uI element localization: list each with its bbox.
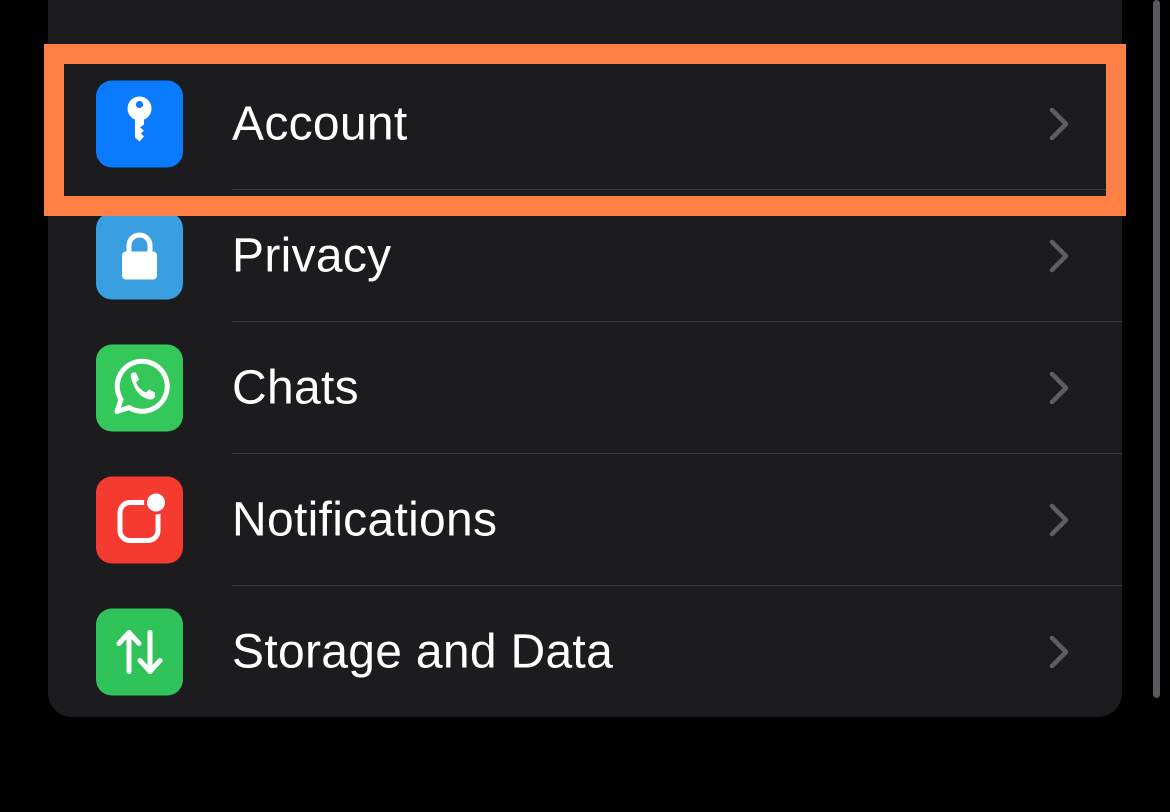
settings-row-label: Privacy <box>232 229 392 283</box>
settings-row-notifications[interactable]: Notifications <box>48 454 1122 586</box>
settings-row-label: Storage and Data <box>232 625 614 679</box>
whatsapp-icon <box>96 344 183 432</box>
chevron-right-icon <box>1049 503 1069 537</box>
settings-group: Account Privacy Chats Notifications Stor… <box>48 0 1122 717</box>
settings-row-account[interactable]: Account <box>48 58 1122 190</box>
key-icon <box>96 80 183 168</box>
settings-row-chats[interactable]: Chats <box>48 322 1122 454</box>
scrollbar[interactable] <box>1153 0 1160 698</box>
settings-row-label: Notifications <box>232 493 498 547</box>
settings-row-label: Account <box>232 97 408 151</box>
chevron-right-icon <box>1049 371 1069 405</box>
chevron-right-icon <box>1049 635 1069 669</box>
settings-row-storage-and-data[interactable]: Storage and Data <box>48 586 1122 717</box>
lock-icon <box>96 212 183 300</box>
settings-row-privacy[interactable]: Privacy <box>48 190 1122 322</box>
notification-badge-icon <box>96 476 183 564</box>
settings-row-label: Chats <box>232 361 359 415</box>
chevron-right-icon <box>1049 107 1069 141</box>
chevron-right-icon <box>1049 239 1069 273</box>
up-down-arrows-icon <box>96 608 183 696</box>
